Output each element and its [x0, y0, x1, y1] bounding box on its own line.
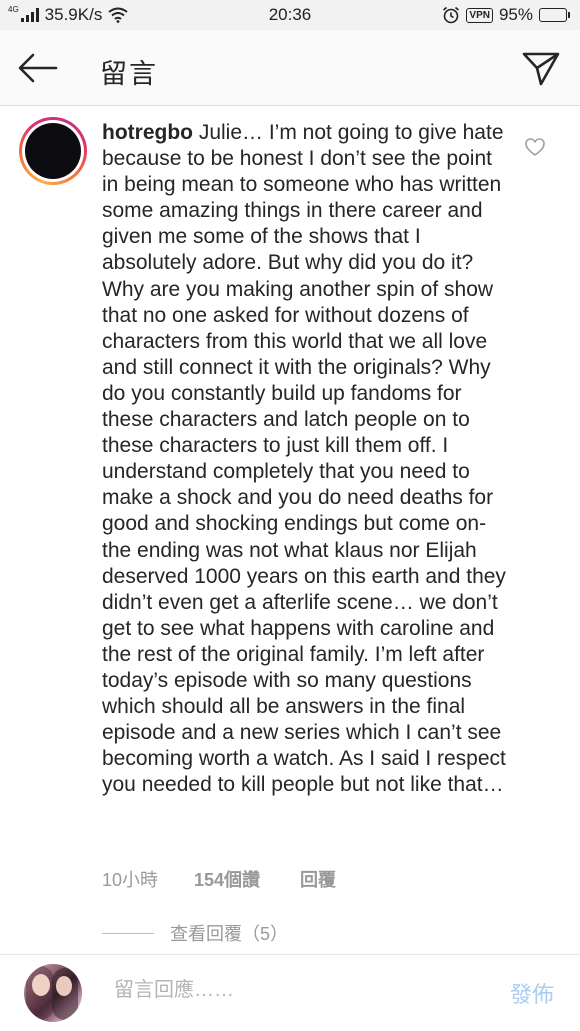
view-replies-label: 查看回覆（5）	[170, 924, 289, 944]
like-button[interactable]	[524, 136, 546, 158]
comment-likes[interactable]: 154個讚	[194, 866, 300, 892]
comment-composer: 發佈	[0, 954, 580, 1031]
comment-text: Julie… I’m not going to give hate becaus…	[102, 121, 506, 797]
vpn-badge: VPN	[466, 7, 493, 23]
page-title: 留言	[100, 59, 158, 89]
post-button[interactable]: 發佈	[510, 977, 554, 1009]
comment-input[interactable]	[114, 979, 474, 1002]
status-left: 4G 35.9K/s	[8, 5, 128, 25]
back-button[interactable]	[16, 50, 60, 86]
comment-time: 10小時	[102, 870, 159, 890]
view-replies-button[interactable]: 查看回覆（5）	[102, 920, 288, 946]
reply-button[interactable]: 回覆	[300, 866, 336, 892]
comment-meta: 10小時 154個讚 回覆	[102, 866, 336, 892]
heart-icon	[525, 138, 545, 156]
share-button[interactable]	[520, 48, 562, 88]
divider-line	[102, 932, 154, 934]
alarm-clock-icon	[443, 6, 460, 24]
network-type: 4G	[8, 4, 19, 14]
paper-plane-icon	[522, 52, 560, 86]
header-bar: 留言	[0, 30, 580, 106]
status-right: VPN 95%	[442, 5, 570, 25]
arrow-left-icon	[18, 53, 58, 83]
battery-icon	[539, 8, 570, 22]
user-avatar	[24, 964, 82, 1022]
battery-percent: 95%	[498, 5, 533, 24]
wifi-icon	[108, 7, 128, 23]
status-bar: 4G 35.9K/s 20:36 VPN 95%	[0, 0, 580, 30]
commenter-avatar[interactable]	[19, 117, 87, 185]
signal-icon	[20, 8, 39, 22]
comment-username[interactable]: hotregbo	[102, 121, 193, 144]
comment-body: hotregbo Julie… I’m not going to give ha…	[102, 120, 512, 798]
network-speed: 35.9K/s	[44, 5, 103, 24]
